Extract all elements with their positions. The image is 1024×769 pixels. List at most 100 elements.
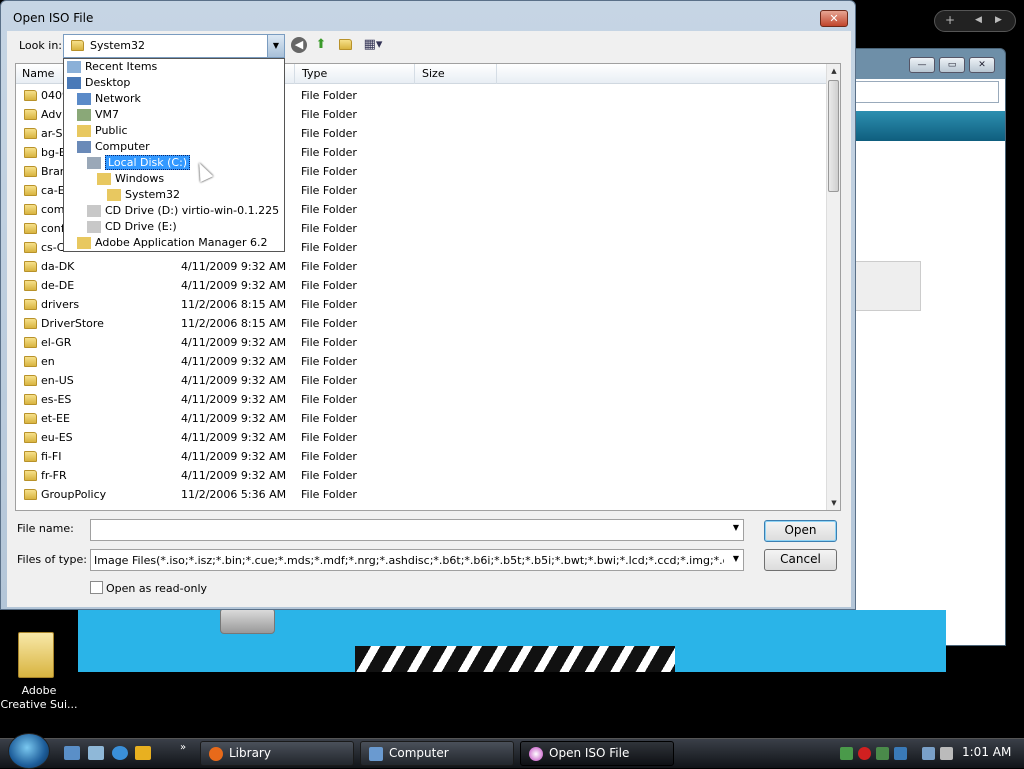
folder-icon <box>77 125 91 137</box>
cancel-button[interactable]: Cancel <box>764 549 837 571</box>
add-gadget-icon[interactable]: + <box>945 13 955 27</box>
file-name-label: File name: <box>17 522 74 535</box>
task-computer[interactable]: Computer <box>360 741 514 766</box>
look-in-combo[interactable]: System32 ▼ <box>63 34 285 58</box>
table-row[interactable]: drivers 11/2/2006 8:15 AM File Folder <box>16 295 828 314</box>
dropdown-item[interactable]: Adobe Application Manager 6.2 <box>77 236 267 252</box>
desktop-icon-label[interactable]: Adobe Creative Sui... <box>0 684 78 712</box>
row-name: de-DE <box>41 279 75 292</box>
chevron-down-icon[interactable]: ▼ <box>267 35 284 57</box>
dropdown-item[interactable]: CD Drive (D:) virtio-win-0.1.225 <box>87 204 279 220</box>
table-row[interactable]: eu-ES 4/11/2009 9:32 AM File Folder <box>16 428 828 447</box>
row-type: File Folder <box>301 222 357 235</box>
user-status-icon[interactable] <box>876 747 889 760</box>
folder-icon <box>24 242 37 253</box>
dropdown-item[interactable]: VM7 <box>77 108 119 124</box>
vertical-scrollbar[interactable]: ▲ ▼ <box>826 64 840 510</box>
row-date: 4/11/2009 9:32 AM <box>181 431 287 444</box>
chevron-down-icon[interactable]: ▼ <box>733 554 739 563</box>
look-in-dropdown[interactable]: Recent Items Desktop Network VM7 Public Compu… <box>63 58 285 252</box>
row-date: 4/11/2009 9:32 AM <box>181 336 287 349</box>
disk-image-icon <box>220 608 275 634</box>
next-icon[interactable]: ▶ <box>995 15 1002 25</box>
row-type: File Folder <box>301 336 357 349</box>
look-in-label: Look in: <box>19 39 62 52</box>
scroll-down-icon[interactable]: ▼ <box>827 496 840 510</box>
dropdown-item[interactable]: Network <box>77 92 141 108</box>
security-alert-icon[interactable] <box>858 747 871 760</box>
show-desktop-icon[interactable] <box>64 746 80 760</box>
firefox-icon <box>209 747 223 761</box>
scroll-up-icon[interactable]: ▲ <box>827 64 840 78</box>
table-row[interactable]: GroupPolicy 11/2/2006 5:36 AM File Folder <box>16 485 828 504</box>
desktop-icon <box>67 77 81 89</box>
table-row[interactable]: DriverStore 11/2/2006 8:15 AM File Folder <box>16 314 828 333</box>
internet-explorer-icon[interactable] <box>112 746 128 760</box>
read-only-label: Open as read-only <box>106 582 208 595</box>
table-row[interactable]: de-DE 4/11/2009 9:32 AM File Folder <box>16 276 828 295</box>
new-folder-icon[interactable] <box>337 37 353 53</box>
close-icon[interactable]: ✕ <box>969 57 995 73</box>
dropdown-item[interactable]: Local Disk (C:) <box>87 155 191 172</box>
dropdown-item[interactable]: Windows <box>97 172 164 188</box>
row-type: File Folder <box>301 165 357 178</box>
media-player-icon[interactable] <box>135 746 151 760</box>
files-of-type-select[interactable]: Image Files(*.iso;*.isz;*.bin;*.cue;*.md… <box>90 549 744 571</box>
column-type[interactable]: Type <box>302 67 327 80</box>
column-size[interactable]: Size <box>422 67 445 80</box>
row-type: File Folder <box>301 241 357 254</box>
table-row[interactable]: da-DK 4/11/2009 9:32 AM File Folder <box>16 257 828 276</box>
user-icon <box>77 109 91 121</box>
row-date: 4/11/2009 9:32 AM <box>181 450 287 463</box>
previous-icon[interactable]: ◀ <box>975 15 982 25</box>
view-menu-icon[interactable]: ▦▾ <box>361 37 385 53</box>
row-type: File Folder <box>301 393 357 406</box>
switch-windows-icon[interactable] <box>88 746 104 760</box>
dropdown-item[interactable]: Desktop <box>67 76 130 92</box>
folder-icon <box>24 413 37 424</box>
table-row[interactable]: fr-FR 4/11/2009 9:32 AM File Folder <box>16 466 828 485</box>
row-date: 11/2/2006 8:15 AM <box>181 298 287 311</box>
start-button[interactable] <box>8 733 50 769</box>
close-button[interactable]: ✕ <box>820 10 848 27</box>
dropdown-item-label: Desktop <box>85 76 131 89</box>
adobe-folder-icon[interactable] <box>18 632 54 678</box>
files-of-type-value: Image Files(*.iso;*.isz;*.bin;*.cue;*.md… <box>94 554 724 567</box>
file-name-input[interactable]: ▼ <box>90 519 744 541</box>
maximize-icon[interactable]: ▭ <box>939 57 965 73</box>
row-name: conf <box>41 222 65 235</box>
dropdown-item[interactable]: Recent Items <box>67 60 157 76</box>
read-only-checkbox[interactable] <box>90 581 103 594</box>
scroll-thumb[interactable] <box>828 80 839 192</box>
open-button[interactable]: Open <box>764 520 837 542</box>
folder-icon <box>24 451 37 462</box>
volume-muted-icon[interactable] <box>940 747 953 760</box>
table-row[interactable]: en 4/11/2009 9:32 AM File Folder <box>16 352 828 371</box>
table-row[interactable]: en-US 4/11/2009 9:32 AM File Folder <box>16 371 828 390</box>
folder-icon <box>24 185 37 196</box>
minimize-icon[interactable]: — <box>909 57 935 73</box>
gadget-controls[interactable]: + ◀ ▶ <box>934 10 1016 32</box>
dropdown-item[interactable]: System32 <box>107 188 180 204</box>
table-row[interactable]: fi-FI 4/11/2009 9:32 AM File Folder <box>16 447 828 466</box>
dropdown-item[interactable]: Computer <box>77 140 150 156</box>
network-icon[interactable] <box>922 747 935 760</box>
task-open-iso-file[interactable]: Open ISO File <box>520 741 674 766</box>
folder-icon <box>77 237 91 249</box>
row-name: en <box>41 355 55 368</box>
table-row[interactable]: el-GR 4/11/2009 9:32 AM File Folder <box>16 333 828 352</box>
table-row[interactable]: et-EE 4/11/2009 9:32 AM File Folder <box>16 409 828 428</box>
dropdown-item[interactable]: CD Drive (E:) <box>87 220 177 236</box>
tray-app-icon[interactable] <box>840 747 853 760</box>
tray-tool-icon[interactable] <box>894 747 907 760</box>
up-folder-icon[interactable]: ⬆ <box>313 37 329 53</box>
clock[interactable]: 1:01 AM <box>962 745 1011 759</box>
chevron-down-icon[interactable]: ▼ <box>733 523 739 532</box>
back-icon[interactable]: ◀ <box>291 37 307 53</box>
dropdown-item[interactable]: Public <box>77 124 128 140</box>
table-row[interactable]: es-ES 4/11/2009 9:32 AM File Folder <box>16 390 828 409</box>
task-library[interactable]: Library <box>200 741 354 766</box>
quicklaunch-chevron-icon[interactable]: » <box>180 742 186 753</box>
folder-icon <box>71 40 84 51</box>
column-name[interactable]: Name <box>22 67 54 80</box>
